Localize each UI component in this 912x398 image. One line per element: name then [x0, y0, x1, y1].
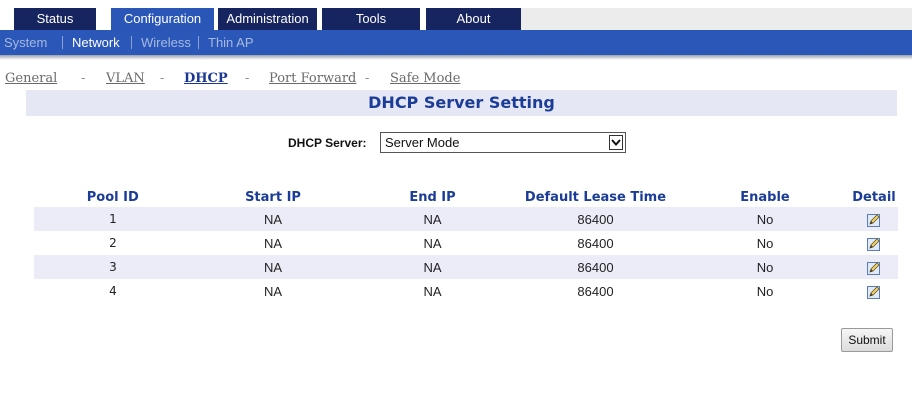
pool-id-cell: 4	[34, 279, 192, 303]
column-header: Start IP	[192, 187, 355, 207]
chevron-down-icon[interactable]	[609, 135, 623, 150]
tab-bar-filler	[521, 8, 912, 30]
subnav-item-network[interactable]: Network	[72, 30, 120, 55]
lease-time-cell: 86400	[511, 231, 680, 255]
enable-cell: No	[680, 255, 850, 279]
secnav-port-forward[interactable]: Port Forward	[269, 71, 356, 86]
column-header: Detail	[850, 187, 899, 207]
lease-time-cell: 86400	[511, 255, 680, 279]
sub-nav-bar: System Network Wireless Thin AP	[0, 30, 912, 55]
detail-cell	[850, 231, 898, 255]
edit-icon[interactable]	[867, 285, 881, 299]
enable-cell: No	[680, 231, 850, 255]
secnav-separator: -	[81, 71, 86, 86]
column-header: Default Lease Time	[511, 187, 681, 207]
edit-icon[interactable]	[867, 261, 881, 275]
tab-tools[interactable]: Tools	[322, 8, 420, 30]
tab-administration[interactable]: Administration	[218, 8, 317, 30]
detail-cell	[850, 279, 898, 303]
end-ip-cell: NA	[354, 279, 511, 303]
submit-button[interactable]: Submit	[841, 328, 893, 352]
secnav-vlan[interactable]: VLAN	[106, 71, 145, 86]
nav-divider	[0, 55, 912, 60]
tab-about[interactable]: About	[426, 8, 521, 30]
enable-cell: No	[680, 279, 850, 303]
start-ip-cell: NA	[192, 231, 354, 255]
top-tab-bar: Status Configuration Administration Tool…	[0, 8, 912, 30]
column-header: Pool ID	[34, 187, 193, 207]
subnav-item-system[interactable]: System	[4, 30, 47, 55]
start-ip-cell: NA	[192, 279, 354, 303]
secnav-general[interactable]: General	[5, 71, 57, 86]
subnav-separator	[198, 36, 199, 49]
end-ip-cell: NA	[354, 207, 511, 231]
dhcp-pool-table: Pool ID Start IP End IP Default Lease Ti…	[34, 187, 899, 303]
secnav-separator: -	[365, 71, 370, 86]
table-row: 3 NA NA 86400 No	[34, 255, 898, 279]
section-title: DHCP Server Setting	[26, 90, 897, 116]
pool-id-cell: 1	[34, 207, 192, 231]
table-row: 2 NA NA 86400 No	[34, 231, 898, 255]
table-header-row: Pool ID Start IP End IP Default Lease Ti…	[34, 187, 899, 207]
edit-icon[interactable]	[867, 213, 881, 227]
start-ip-cell: NA	[192, 207, 354, 231]
tab-status[interactable]: Status	[14, 8, 96, 30]
column-header: Enable	[680, 187, 851, 207]
subnav-item-wireless[interactable]: Wireless	[141, 30, 191, 55]
dhcp-server-select[interactable]: Server Mode	[380, 132, 626, 153]
pool-id-cell: 3	[34, 255, 192, 279]
table-row: 4 NA NA 86400 No	[34, 279, 898, 303]
dhcp-server-value: Server Mode	[385, 135, 460, 150]
tab-configuration[interactable]: Configuration	[111, 8, 214, 30]
lease-time-cell: 86400	[511, 207, 680, 231]
secnav-separator: -	[160, 71, 165, 86]
detail-cell	[850, 255, 898, 279]
edit-icon[interactable]	[867, 237, 881, 251]
enable-cell: No	[680, 207, 850, 231]
secnav-separator: -	[245, 71, 250, 86]
detail-cell	[850, 207, 898, 231]
subnav-item-thin-ap[interactable]: Thin AP	[208, 30, 254, 55]
start-ip-cell: NA	[192, 255, 354, 279]
secnav-safe-mode[interactable]: Safe Mode	[390, 71, 460, 86]
lease-time-cell: 86400	[511, 279, 680, 303]
column-header: End IP	[354, 187, 512, 207]
pool-id-cell: 2	[34, 231, 192, 255]
dhcp-server-label: DHCP Server:	[288, 136, 367, 150]
end-ip-cell: NA	[354, 255, 511, 279]
table-row: 1 NA NA 86400 No	[34, 207, 898, 231]
end-ip-cell: NA	[354, 231, 511, 255]
secnav-dhcp[interactable]: DHCP	[184, 71, 228, 86]
subnav-separator	[131, 36, 132, 49]
subnav-separator	[62, 36, 63, 49]
